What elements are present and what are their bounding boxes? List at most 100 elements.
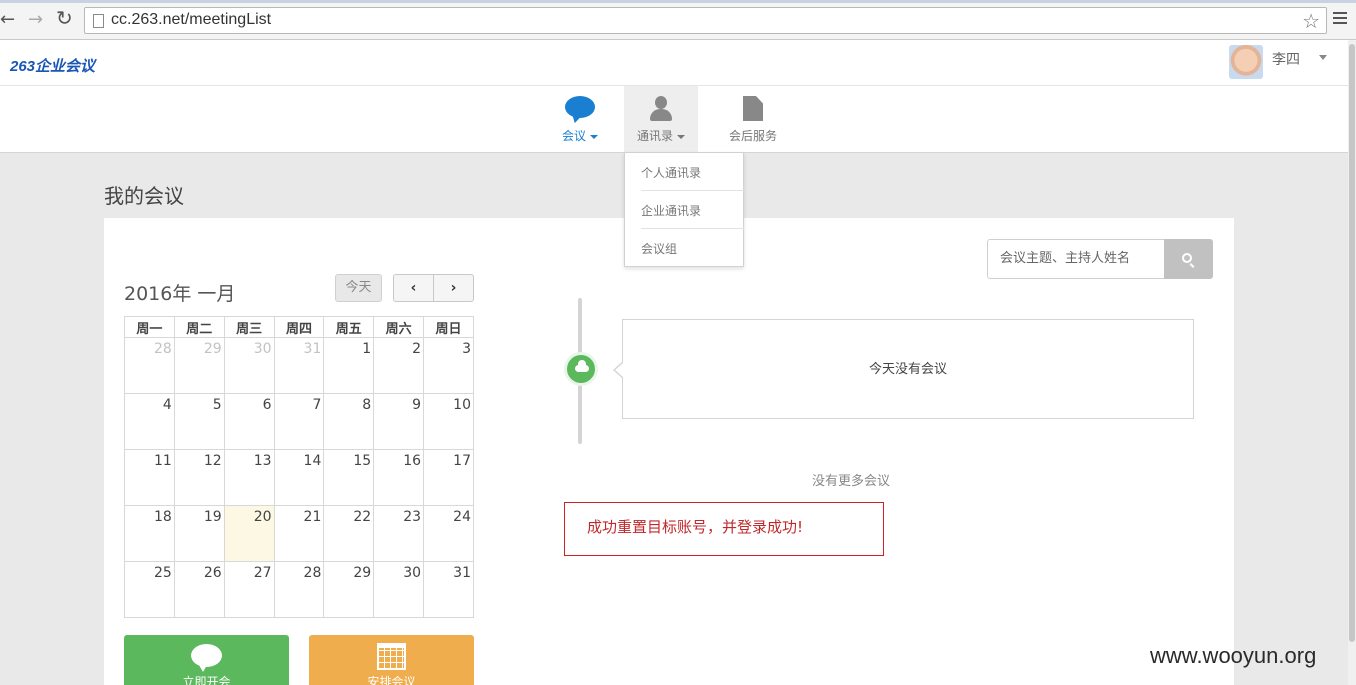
app-header: 263企业会议 李四 <box>0 40 1348 86</box>
schedule-meeting-button[interactable]: 安排会议 <box>309 635 474 685</box>
weekday-header-row: 周一 周二 周三 周四 周五 周六 周日 <box>124 316 474 338</box>
nav-meeting[interactable]: 会议 <box>548 86 612 153</box>
main-panel: 2016年 一月 今天 ‹ › 周一 周二 周三 周四 周五 周六 周日 28 2… <box>104 218 1234 685</box>
user-menu-caret-icon[interactable] <box>1319 55 1327 60</box>
calendar-week-row: 11 12 13 14 15 16 17 <box>124 449 474 506</box>
nav-after-service[interactable]: 会后服务 <box>716 86 790 153</box>
address-bar[interactable]: cc.263.net/meetingList ☆ <box>84 7 1327 34</box>
tab-strip <box>0 0 1356 3</box>
avatar[interactable] <box>1229 45 1263 79</box>
no-more-meetings-text: 没有更多会议 <box>812 474 891 489</box>
nav-contacts[interactable]: 通讯录 <box>624 86 698 153</box>
calendar-day-cell[interactable]: 29 <box>323 561 375 618</box>
logo[interactable]: 263企业会议 <box>10 55 95 76</box>
document-icon <box>743 96 763 121</box>
browser-menu-icon[interactable] <box>1333 12 1347 26</box>
calendar-day-cell[interactable]: 2 <box>373 337 425 394</box>
calendar-grid: 周一 周二 周三 周四 周五 周六 周日 28 29 30 31 1 2 3 4 5 6 7 8 9 10… <box>124 316 474 618</box>
search-button[interactable] <box>1164 239 1213 279</box>
calendar-day-cell[interactable]: 28 <box>124 337 175 394</box>
search-icon <box>1182 253 1192 263</box>
calendar-icon <box>377 643 406 670</box>
calendar-day-cell[interactable]: 25 <box>124 561 175 618</box>
start-meeting-label: 立即开会 <box>182 675 231 685</box>
calendar-day-cell[interactable]: 22 <box>323 505 375 562</box>
dropdown-item-company-contacts[interactable]: 企业通讯录 <box>641 202 701 219</box>
user-name[interactable]: 李四 <box>1272 49 1300 69</box>
schedule-meeting-label: 安排会议 <box>367 675 416 685</box>
calendar-day-cell[interactable]: 3 <box>423 337 474 394</box>
dropdown-item-personal-contacts[interactable]: 个人通讯录 <box>641 164 701 181</box>
calendar-day-cell[interactable]: 30 <box>223 337 275 394</box>
calendar-day-cell[interactable]: 14 <box>273 449 325 506</box>
annotation-box: 成功重置目标账号，并登录成功! <box>564 502 884 556</box>
calendar-day-cell[interactable]: 8 <box>323 393 375 450</box>
calendar-day-cell[interactable]: 24 <box>423 505 474 562</box>
calendar-week-row: 18 19 20 21 22 23 24 <box>124 505 474 562</box>
calendar-day-cell[interactable]: 13 <box>223 449 275 506</box>
calendar-day-cell[interactable]: 26 <box>173 561 225 618</box>
calendar-day-cell[interactable]: 11 <box>124 449 175 506</box>
calendar-day-cell[interactable]: 6 <box>223 393 275 450</box>
annotation-text: 成功重置目标账号，并登录成功! <box>587 518 804 536</box>
today-button[interactable]: 今天 <box>335 274 382 302</box>
calendar-title: 2016年 一月 <box>124 283 236 305</box>
calendar-day-cell[interactable]: 27 <box>223 561 275 618</box>
reload-button[interactable]: ↻ <box>56 8 73 28</box>
calendar-week-row: 25 26 27 28 29 30 31 <box>124 561 474 618</box>
main-nav: 会议 通讯录 会后服务 <box>0 86 1348 153</box>
back-button[interactable]: ← <box>0 11 15 29</box>
calendar-day-cell[interactable]: 15 <box>323 449 375 506</box>
forward-button[interactable]: → <box>28 11 43 29</box>
contacts-dropdown: 个人通讯录 企业通讯录 会议组 <box>624 152 744 267</box>
caret-down-icon <box>677 134 685 139</box>
calendar-day-cell[interactable]: 31 <box>273 337 325 394</box>
bookmark-star-icon[interactable]: ☆ <box>1302 9 1320 33</box>
calendar-day-cell[interactable]: 31 <box>423 561 474 618</box>
search-input[interactable]: 会议主题、主持人姓名 <box>987 239 1165 279</box>
calendar-day-cell[interactable]: 4 <box>124 393 175 450</box>
page-title: 我的会议 <box>104 184 184 208</box>
timeline-card-pointer-inner <box>615 362 624 378</box>
url-text[interactable]: cc.263.net/meetingList <box>111 11 271 29</box>
calendar-day-cell[interactable]: 1 <box>323 337 375 394</box>
calendar-day-cell[interactable]: 20 <box>223 505 275 562</box>
calendar-week-row: 4 5 6 7 8 9 10 <box>124 393 474 450</box>
calendar-day-cell[interactable]: 28 <box>273 561 325 618</box>
weekday-header: 周日 <box>423 316 474 338</box>
dropdown-divider <box>641 228 744 229</box>
calendar-day-cell[interactable]: 7 <box>273 393 325 450</box>
calendar-day-cell[interactable]: 5 <box>173 393 225 450</box>
weekday-header: 周三 <box>223 316 275 338</box>
calendar-day-cell[interactable]: 19 <box>173 505 225 562</box>
calendar-day-cell[interactable]: 16 <box>373 449 425 506</box>
weekday-header: 周五 <box>323 316 375 338</box>
nav-after-service-label: 会后服务 <box>728 129 777 143</box>
dropdown-item-meeting-group[interactable]: 会议组 <box>641 240 677 257</box>
calendar-week-row: 28 29 30 31 1 2 3 <box>124 337 474 394</box>
weekday-header: 周六 <box>373 316 425 338</box>
nav-meeting-label: 会议 <box>561 129 586 143</box>
dropdown-divider <box>641 190 744 191</box>
page-icon <box>93 14 104 28</box>
scrollbar-thumb[interactable] <box>1349 44 1355 642</box>
calendar-day-cell[interactable]: 17 <box>423 449 474 506</box>
calendar-day-cell[interactable]: 18 <box>124 505 175 562</box>
timeline-card: 今天没有会议 <box>622 319 1194 419</box>
weekday-header: 周二 <box>173 316 225 338</box>
calendar-day-cell[interactable]: 30 <box>373 561 425 618</box>
browser-toolbar: ← → ↻ cc.263.net/meetingList ☆ <box>0 0 1356 40</box>
next-month-button[interactable]: › <box>433 274 474 302</box>
weekday-header: 周一 <box>124 316 175 338</box>
calendar-day-cell[interactable]: 10 <box>423 393 474 450</box>
cloud-icon <box>575 360 589 372</box>
watermark: www.wooyun.org <box>1150 643 1317 668</box>
calendar-day-cell[interactable]: 21 <box>273 505 325 562</box>
calendar-day-cell[interactable]: 29 <box>173 337 225 394</box>
calendar-day-cell[interactable]: 23 <box>373 505 425 562</box>
no-meeting-today-text: 今天没有会议 <box>868 362 947 377</box>
calendar-day-cell[interactable]: 9 <box>373 393 425 450</box>
calendar-day-cell[interactable]: 12 <box>173 449 225 506</box>
start-meeting-button[interactable]: 立即开会 <box>124 635 289 685</box>
prev-month-button[interactable]: ‹ <box>393 274 434 302</box>
